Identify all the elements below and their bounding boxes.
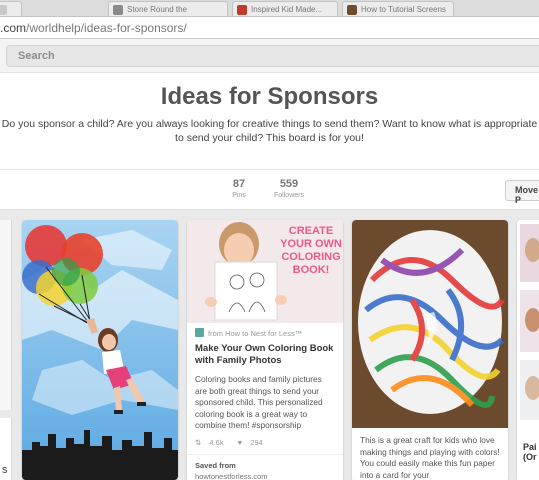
pin-source[interactable]: from How to Nest for Less™ bbox=[187, 323, 343, 338]
tab-favicon-icon bbox=[347, 5, 357, 15]
coloring-book-caption: CREATE bbox=[289, 225, 333, 237]
browser-tab[interactable]: How to Tutorial Screens bbox=[342, 1, 454, 16]
pin-card-peek-left[interactable]: s bbox=[0, 418, 12, 480]
move-pins-button[interactable]: Move P bbox=[505, 180, 539, 205]
pin-stats: ⇅ 4.6k ♥ 294 bbox=[187, 432, 343, 447]
pin-description: This is a great craft for kids who love … bbox=[360, 435, 500, 480]
followers-count-stat[interactable]: 559 Followers bbox=[266, 178, 312, 199]
pin-card-peek-left[interactable] bbox=[0, 220, 12, 410]
coloring-book-page-icon bbox=[214, 261, 278, 321]
site-header bbox=[0, 39, 539, 73]
pin-card-peek-right[interactable]: Pai (Or bbox=[517, 220, 539, 480]
board-title: Ideas for Sponsors bbox=[160, 83, 379, 110]
address-bar[interactable]: .com/worldhelp/ideas-for-sponsors/ bbox=[0, 17, 539, 39]
browser-tab-strip: Stone Round the Inspired Kid Made... How… bbox=[0, 0, 539, 17]
tab-favicon-icon bbox=[237, 5, 247, 15]
coloring-book-caption: BOOK! bbox=[293, 264, 330, 276]
pin-card[interactable]: CREATE YOUR OWN COLORING BOOK! from How … bbox=[187, 220, 343, 480]
coloring-book-caption: YOUR OWN bbox=[280, 238, 342, 250]
like-count[interactable]: ♥ 294 bbox=[238, 438, 269, 447]
pin-image-balloon-girl[interactable] bbox=[22, 220, 178, 480]
pin-card[interactable]: This is a great craft for kids who love … bbox=[352, 220, 508, 480]
source-site-icon bbox=[195, 328, 204, 337]
repin-count[interactable]: ⇅ 4.6k bbox=[195, 438, 230, 447]
pin-image-marbled-paper[interactable] bbox=[352, 220, 508, 428]
pin-title[interactable]: Make Your Own Coloring Book with Family … bbox=[187, 338, 343, 367]
tab-favicon-icon bbox=[113, 5, 123, 15]
board-description: Do you sponsor a child? Are you always l… bbox=[1, 118, 538, 144]
balloon-green-icon bbox=[52, 258, 80, 286]
board-header: Ideas for Sponsors Do you sponsor a chil… bbox=[0, 73, 539, 169]
url-text[interactable]: .com/worldhelp/ideas-for-sponsors/ bbox=[0, 21, 187, 35]
browser-tab[interactable]: Stone Round the bbox=[108, 1, 228, 16]
pin-card[interactable] bbox=[22, 220, 178, 480]
search-input[interactable] bbox=[6, 45, 539, 67]
pin-saved-from[interactable]: Saved from howtonestforless.com bbox=[187, 453, 343, 480]
pin-image-collage[interactable] bbox=[517, 220, 539, 440]
coloring-book-caption: COLORING bbox=[281, 251, 340, 263]
pins-count-stat[interactable]: 87 Pins bbox=[222, 178, 256, 199]
repin-icon: ⇅ bbox=[195, 437, 202, 447]
tab-favicon-icon bbox=[0, 5, 7, 15]
browser-tab[interactable]: Inspired Kid Made... bbox=[232, 1, 338, 16]
pin-description: Coloring books and family pictures are b… bbox=[195, 374, 323, 430]
browser-tab[interactable] bbox=[0, 1, 22, 16]
pin-title[interactable]: Pai (Or bbox=[523, 442, 539, 462]
heart-icon: ♥ bbox=[237, 437, 243, 447]
board-stats-bar: 87 Pins 559 Followers Move P bbox=[0, 169, 539, 210]
pin-image-coloring-book[interactable]: CREATE YOUR OWN COLORING BOOK! bbox=[187, 220, 343, 323]
